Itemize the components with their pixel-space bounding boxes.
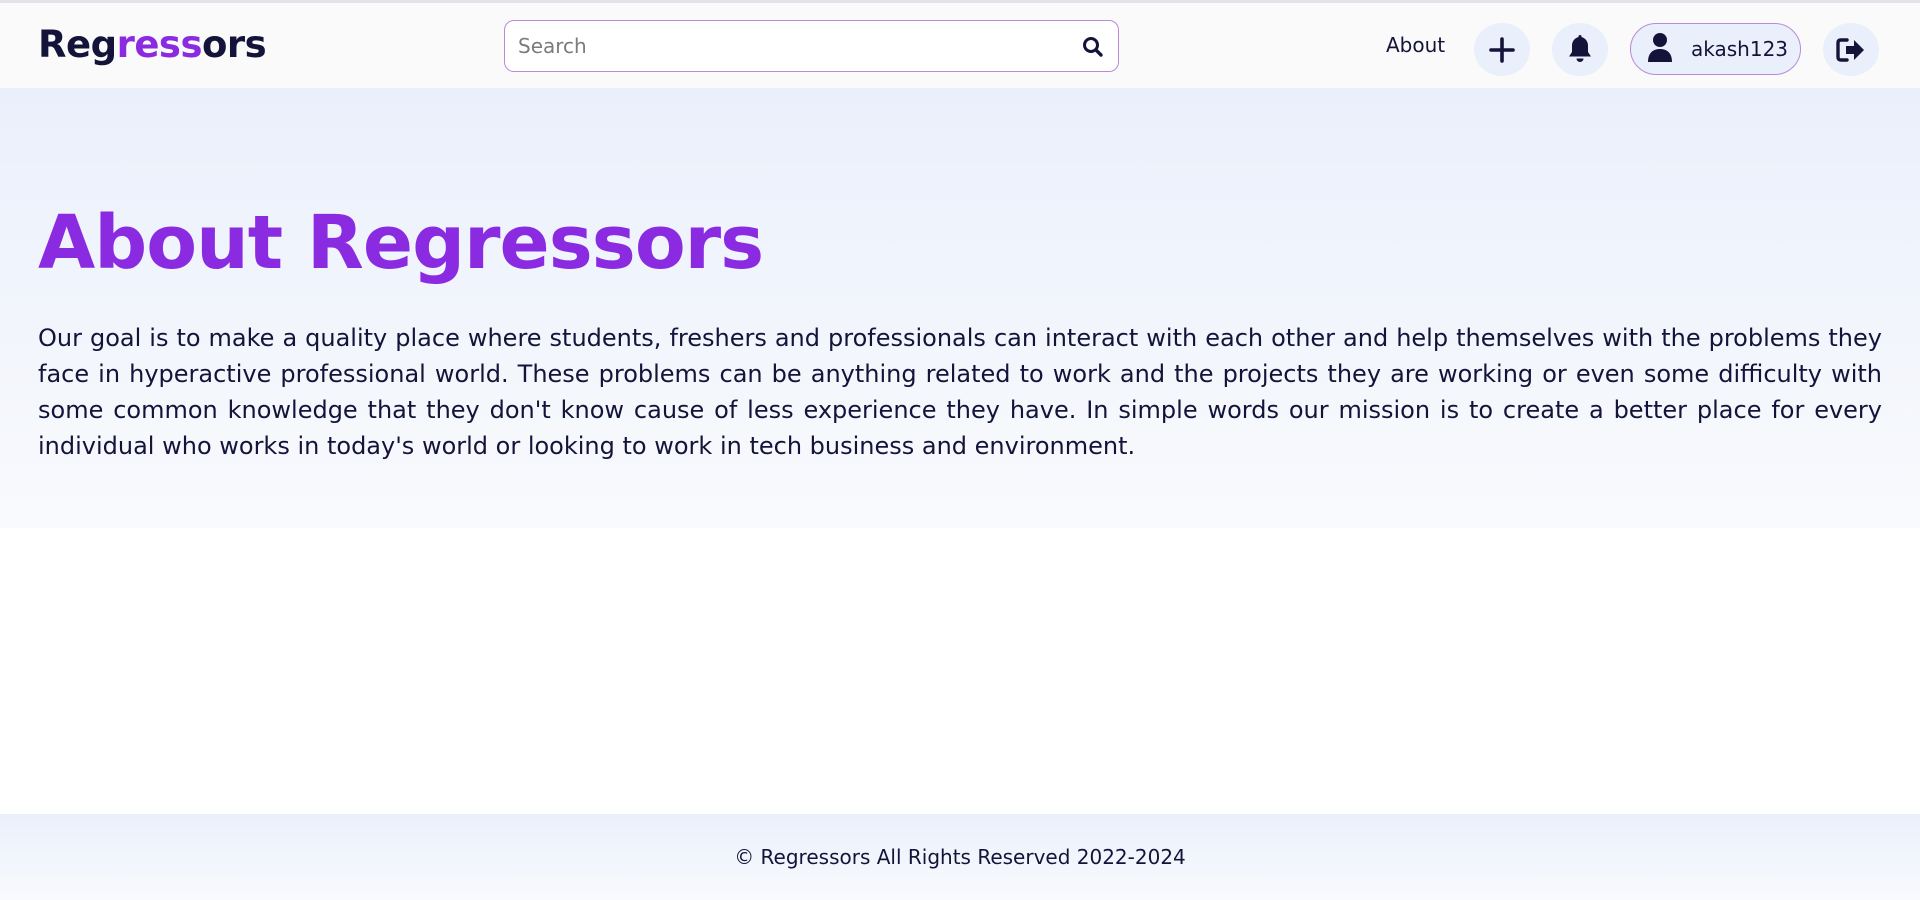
navbar: Regressors About bbox=[0, 3, 1920, 88]
logo[interactable]: Regressors bbox=[38, 23, 267, 66]
bell-icon bbox=[1567, 34, 1593, 65]
plus-icon bbox=[1488, 36, 1516, 64]
about-description: Our goal is to make a quality place wher… bbox=[38, 324, 1882, 460]
search-input[interactable] bbox=[505, 21, 1118, 71]
copyright-text: © Regressors All Rights Reserved 2022-20… bbox=[734, 845, 1186, 869]
notifications-button[interactable] bbox=[1552, 23, 1608, 76]
about-section: About Regressors Our goal is to make a q… bbox=[0, 88, 1920, 528]
logo-text-start: Reg bbox=[38, 23, 117, 66]
logout-button[interactable] bbox=[1823, 23, 1879, 76]
page-title: About Regressors bbox=[38, 200, 764, 286]
sign-out-icon bbox=[1836, 37, 1866, 63]
add-post-button[interactable] bbox=[1474, 23, 1530, 76]
footer: © Regressors All Rights Reserved 2022-20… bbox=[0, 814, 1920, 900]
logo-text-end: ors bbox=[201, 23, 267, 66]
username-label: akash123 bbox=[1691, 37, 1789, 61]
user-profile-button[interactable]: akash123 bbox=[1630, 23, 1801, 75]
search-bar bbox=[504, 20, 1119, 72]
search-icon[interactable] bbox=[1080, 34, 1106, 60]
user-icon bbox=[1647, 32, 1673, 66]
nav-link-about[interactable]: About bbox=[1386, 33, 1445, 57]
logo-text-accent: ress bbox=[116, 23, 203, 66]
